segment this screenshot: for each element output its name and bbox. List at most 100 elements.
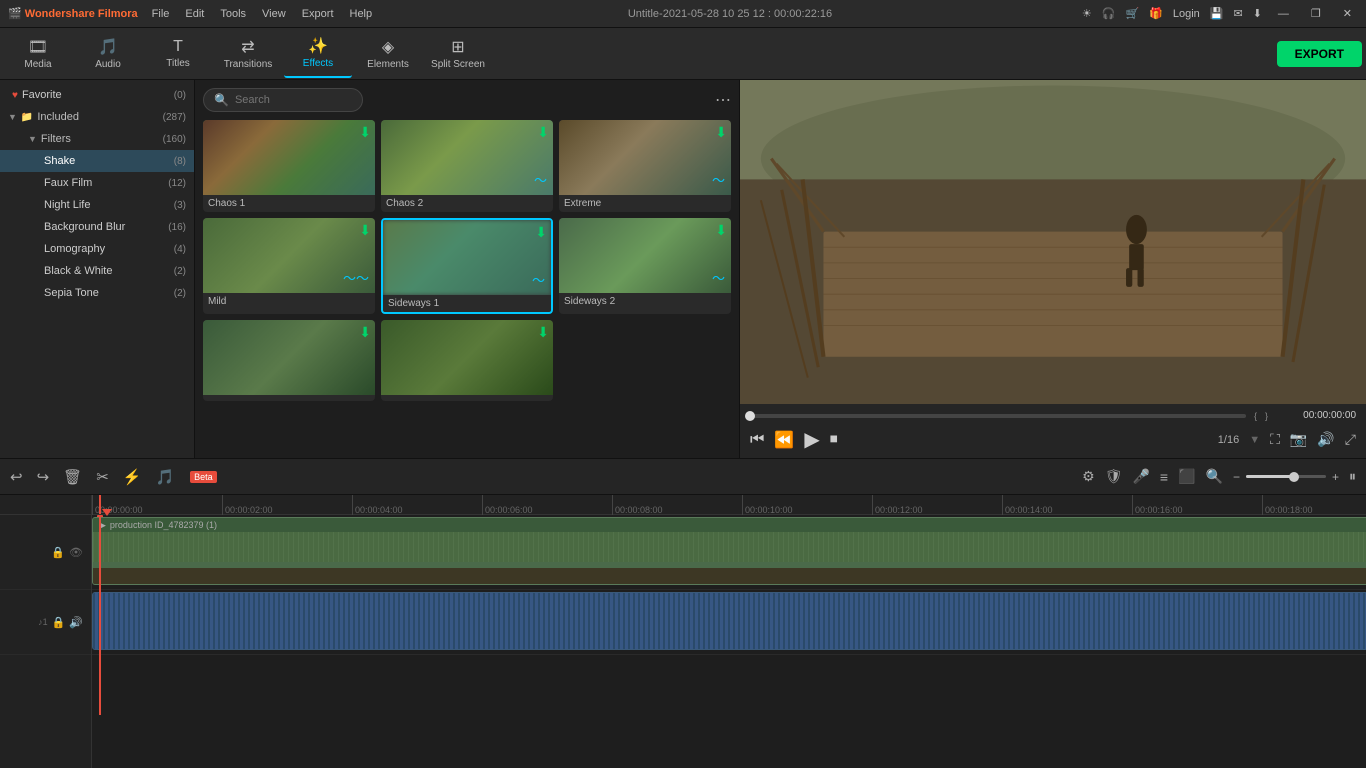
stop-button[interactable]: ⏹ [830, 431, 838, 449]
toolbar-audio[interactable]: 🎵 Audio [74, 30, 142, 78]
bw-count: (2) [174, 266, 186, 277]
zoom-plus-button[interactable]: + [1332, 470, 1339, 484]
effect-label-mild: Mild [203, 293, 375, 310]
toolbar-titles[interactable]: T Titles [144, 30, 212, 78]
caption-icon[interactable]: ⬛ [1178, 468, 1195, 485]
sidebar-item-shake[interactable]: Shake (8) [0, 150, 194, 172]
pause-timeline-button[interactable]: ⏸ [1349, 468, 1356, 485]
audio-mute-icon[interactable]: 🔊 [69, 616, 83, 629]
save-icon[interactable]: 💾 [1210, 7, 1224, 20]
play-button[interactable]: ▶ [804, 427, 819, 452]
progress-track[interactable] [750, 414, 1246, 418]
toolbar-splitscreen[interactable]: ⊞ Split Screen [424, 30, 492, 78]
search-bar[interactable]: 🔍 [203, 88, 363, 112]
sidebar-item-sepia[interactable]: Sepia Tone (2) [0, 282, 194, 304]
menu-file[interactable]: File [146, 6, 176, 22]
headphone-icon[interactable]: 🎧 [1102, 7, 1116, 20]
sidebar-item-faux-film[interactable]: Faux Film (12) [0, 172, 194, 194]
filters-chevron-icon: ▼ [28, 134, 37, 144]
gift-icon[interactable]: 🎁 [1149, 7, 1163, 20]
cut-button[interactable]: ✂ [96, 468, 109, 486]
audio-clip[interactable] [92, 592, 1366, 650]
fullscreen-icon[interactable]: ⛶ [1270, 431, 1280, 448]
effect-card-mild[interactable]: ⬇ 〜〜 Mild [203, 218, 375, 314]
split-button[interactable]: ⚡ [123, 468, 142, 486]
settings-icon[interactable]: ⚙ [1082, 468, 1095, 485]
timeline-content[interactable]: 00:00:00:00 00:00:02:00 00:00:04:00 00:0… [92, 495, 1366, 768]
zoom-minus-button[interactable]: − [1233, 470, 1240, 484]
time-start-marker: { [1254, 411, 1257, 421]
effect-card-7[interactable]: ⬇ [203, 320, 375, 401]
menu-tools[interactable]: Tools [214, 6, 252, 22]
sidebar-item-favorite[interactable]: ♥ Favorite (0) [0, 84, 194, 106]
layers-icon[interactable]: ≡ [1160, 469, 1168, 485]
redo-button[interactable]: ↪ [37, 468, 50, 486]
sidebar-item-background-blur[interactable]: Background Blur (16) [0, 216, 194, 238]
effect-card-8[interactable]: ⬇ [381, 320, 553, 401]
timeline: ↩ ↪ 🗑 ✂ ⚡ 🎵 Beta ⚙ 🛡 🎤 ≡ ⬛ 🔍 − + ⏸ [0, 458, 1366, 768]
toolbar-audio-label: Audio [95, 59, 121, 70]
step-back-button[interactable]: ⏮ [750, 431, 764, 449]
search-icon: 🔍 [214, 93, 229, 107]
maximize-button[interactable]: ❐ [1305, 7, 1327, 20]
sidebar-group-filters[interactable]: ▼ Filters (160) [0, 128, 194, 150]
export-button[interactable]: EXPORT [1277, 41, 1362, 67]
close-button[interactable]: ✕ [1337, 7, 1358, 20]
playhead-triangle [102, 509, 112, 516]
download-icon-sideways1: ⬇ [535, 224, 547, 241]
menu-view[interactable]: View [256, 6, 292, 22]
toolbar-elements[interactable]: ◈ Elements [354, 30, 422, 78]
zoom-handle[interactable] [1289, 472, 1299, 482]
toolbar-media[interactable]: 🎞 Media [4, 30, 72, 78]
timeline-body: 🔒 👁 ♪1 🔒 🔊 00:00:00:00 00:00:02:00 00:00… [0, 495, 1366, 768]
audio-button[interactable]: 🎵 [155, 468, 174, 486]
toolbar-transitions[interactable]: ⇄ Transitions [214, 30, 282, 78]
cart-icon[interactable]: 🛒 [1125, 7, 1139, 20]
volume-icon[interactable]: 🔊 [1317, 431, 1334, 448]
audio-track-row [92, 590, 1366, 655]
snapshot-icon[interactable]: 📷 [1290, 431, 1307, 448]
playhead[interactable] [99, 495, 101, 514]
grid-options-button[interactable]: ⋯ [715, 90, 731, 110]
time-end-marker: } [1265, 411, 1268, 421]
frame-back-button[interactable]: ⏪ [774, 430, 794, 450]
shield-icon[interactable]: 🛡 [1105, 468, 1123, 485]
delete-button[interactable]: 🗑 [63, 468, 82, 486]
faux-film-label: Faux Film [44, 177, 92, 189]
lomography-label: Lomography [44, 243, 105, 255]
progress-bar-area[interactable]: { } 00:00:00:00 [750, 410, 1356, 421]
menu-export[interactable]: Export [296, 6, 340, 22]
effect-card-chaos2[interactable]: ⬇ 〜 Chaos 2 [381, 120, 553, 212]
mail-icon[interactable]: ✉ [1233, 7, 1242, 20]
time-current: 00:00:00:00 [1276, 410, 1356, 421]
progress-handle[interactable] [745, 411, 755, 421]
waveform-icon-mild: 〜〜 [343, 268, 369, 287]
video-visibility-icon[interactable]: 👁 [69, 546, 83, 559]
mic-icon[interactable]: 🎤 [1132, 468, 1149, 485]
video-clip[interactable]: ▶ production ID_4782379 (1) // Generate … [92, 517, 1366, 585]
sidebar-group-included[interactable]: ▼ 📁 Included (287) [0, 106, 194, 128]
login-button[interactable]: Login [1173, 8, 1200, 20]
video-track-icon[interactable]: 🔒 [51, 546, 65, 559]
menu-help[interactable]: Help [344, 6, 379, 22]
undo-button[interactable]: ↩ [10, 468, 23, 486]
zoom-out-icon[interactable]: 🔍 [1206, 468, 1223, 485]
effect-card-sideways1[interactable]: ⬇ 〜 Sideways 1 [381, 218, 553, 314]
sidebar-item-lomography[interactable]: Lomography (4) [0, 238, 194, 260]
search-input[interactable] [235, 94, 335, 106]
minimize-button[interactable]: — [1272, 8, 1295, 20]
sidebar-item-bw[interactable]: Black & White (2) [0, 260, 194, 282]
sun-icon[interactable]: ☀ [1082, 7, 1092, 20]
download-icon[interactable]: ⬇ [1253, 7, 1262, 20]
titles-icon: T [173, 38, 183, 56]
effect-label-sideways2: Sideways 2 [559, 293, 731, 310]
effect-card-extreme[interactable]: ⬇ 〜 Extreme [559, 120, 731, 212]
sidebar-item-night-life[interactable]: Night Life (3) [0, 194, 194, 216]
toolbar-effects[interactable]: ✨ Effects [284, 30, 352, 78]
audio-lock-icon[interactable]: 🔒 [52, 616, 66, 629]
effect-card-sideways2[interactable]: ⬇ 〜 Sideways 2 [559, 218, 731, 314]
expand-icon[interactable]: ⤢ [1345, 431, 1356, 448]
effect-card-chaos1[interactable]: ⬇ Chaos 1 [203, 120, 375, 212]
zoom-track[interactable] [1246, 475, 1326, 478]
menu-edit[interactable]: Edit [179, 6, 210, 22]
